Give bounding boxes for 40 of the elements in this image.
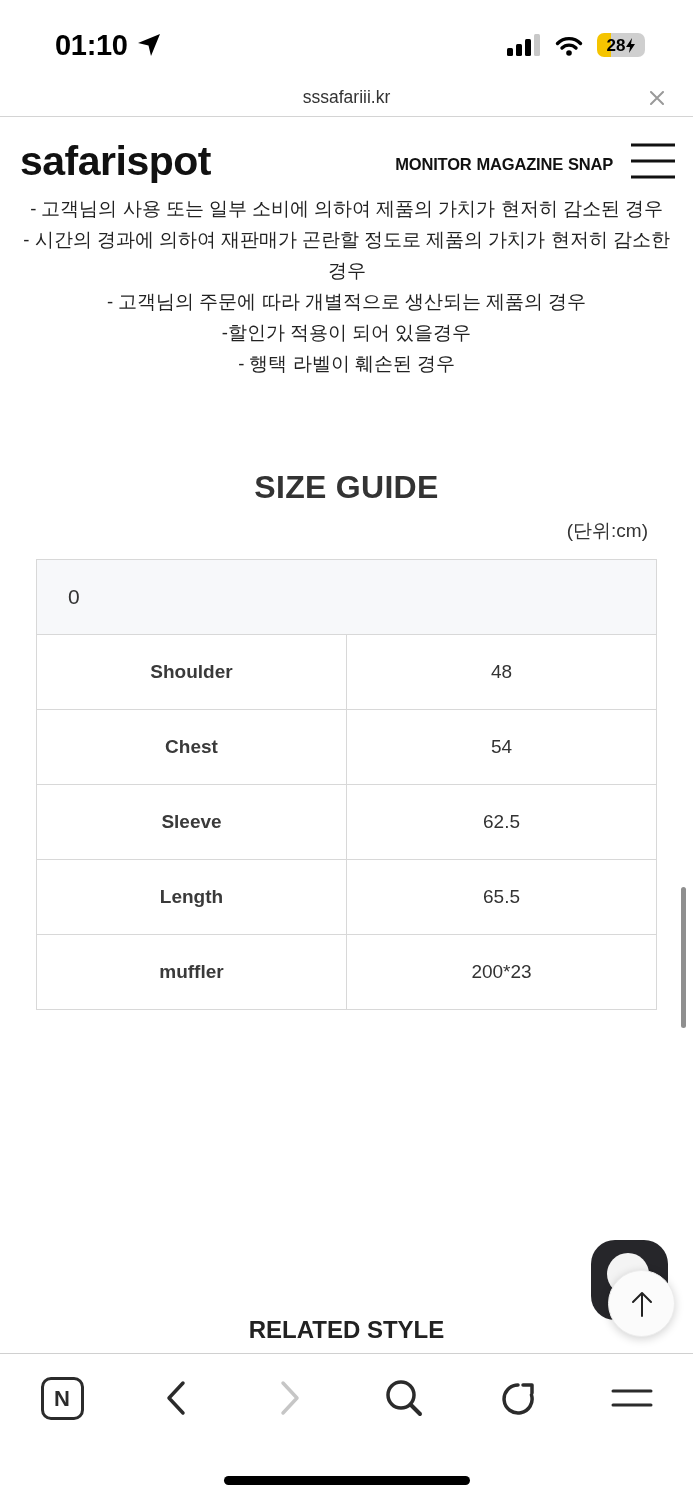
section-title: SIZE GUIDE <box>253 468 440 507</box>
table-header-cell: 0 <box>36 559 657 635</box>
search-icon <box>385 1379 423 1417</box>
charging-bolt-icon <box>626 37 636 53</box>
table-cell: 200*23 <box>346 934 657 1010</box>
up-arrow-icon <box>630 1290 653 1317</box>
nav-link[interactable]: MONITOR <box>395 155 472 173</box>
forward-icon <box>278 1380 302 1416</box>
wifi-icon <box>555 34 583 56</box>
close-button[interactable] <box>650 91 664 105</box>
table-cell: 54 <box>346 709 657 785</box>
address-url[interactable]: sssafariii.kr <box>302 89 391 107</box>
n-logo-button[interactable]: N <box>40 1376 84 1420</box>
close-icon <box>650 91 664 105</box>
notice-text: - 시간의 경과에 의하여 재판매가 곤란할 정도로 제품의 가치가 현저히 감소한 경우 <box>22 228 671 283</box>
menu-button[interactable] <box>631 143 675 179</box>
back-icon <box>164 1380 188 1416</box>
menu-icon <box>631 143 675 179</box>
table-cell: muffler <box>36 934 347 1010</box>
notice-text: - 고객님의 사용 또는 일부 소비에 의하여 제품의 가치가 현저히 감소된 경우 <box>29 197 664 221</box>
section-title: RELATED STYLE <box>248 1316 445 1343</box>
site-logo[interactable]: safarispot <box>20 140 211 182</box>
table-cell: Sleeve <box>36 784 347 860</box>
nav-link[interactable]: SNAP <box>567 155 613 173</box>
signal-bars-icon <box>507 34 541 56</box>
notice-text: -할인가 적용이 되어 있을경우 <box>220 321 473 345</box>
table-cell: Shoulder <box>36 634 347 710</box>
scroll-top-button[interactable] <box>608 1270 675 1337</box>
menu-icon <box>611 1389 653 1407</box>
table-cell: 62.5 <box>346 784 657 860</box>
table-cell: Chest <box>36 709 347 785</box>
table-cell: 65.5 <box>346 859 657 935</box>
unit-note: (단위:cm) <box>565 519 649 543</box>
notice-text: - 행택 라벨이 훼손된 경우 <box>237 352 456 376</box>
nav-link[interactable]: MAGAZINE <box>476 155 563 173</box>
table-cell: 48 <box>346 634 657 710</box>
location-arrow-icon <box>136 33 161 57</box>
notice-text: - 고객님의 주문에 따라 개별적으로 생산되는 제품의 경우 <box>105 290 588 314</box>
table-cell: Length <box>36 859 347 935</box>
status-time: 01:10 <box>55 30 128 60</box>
